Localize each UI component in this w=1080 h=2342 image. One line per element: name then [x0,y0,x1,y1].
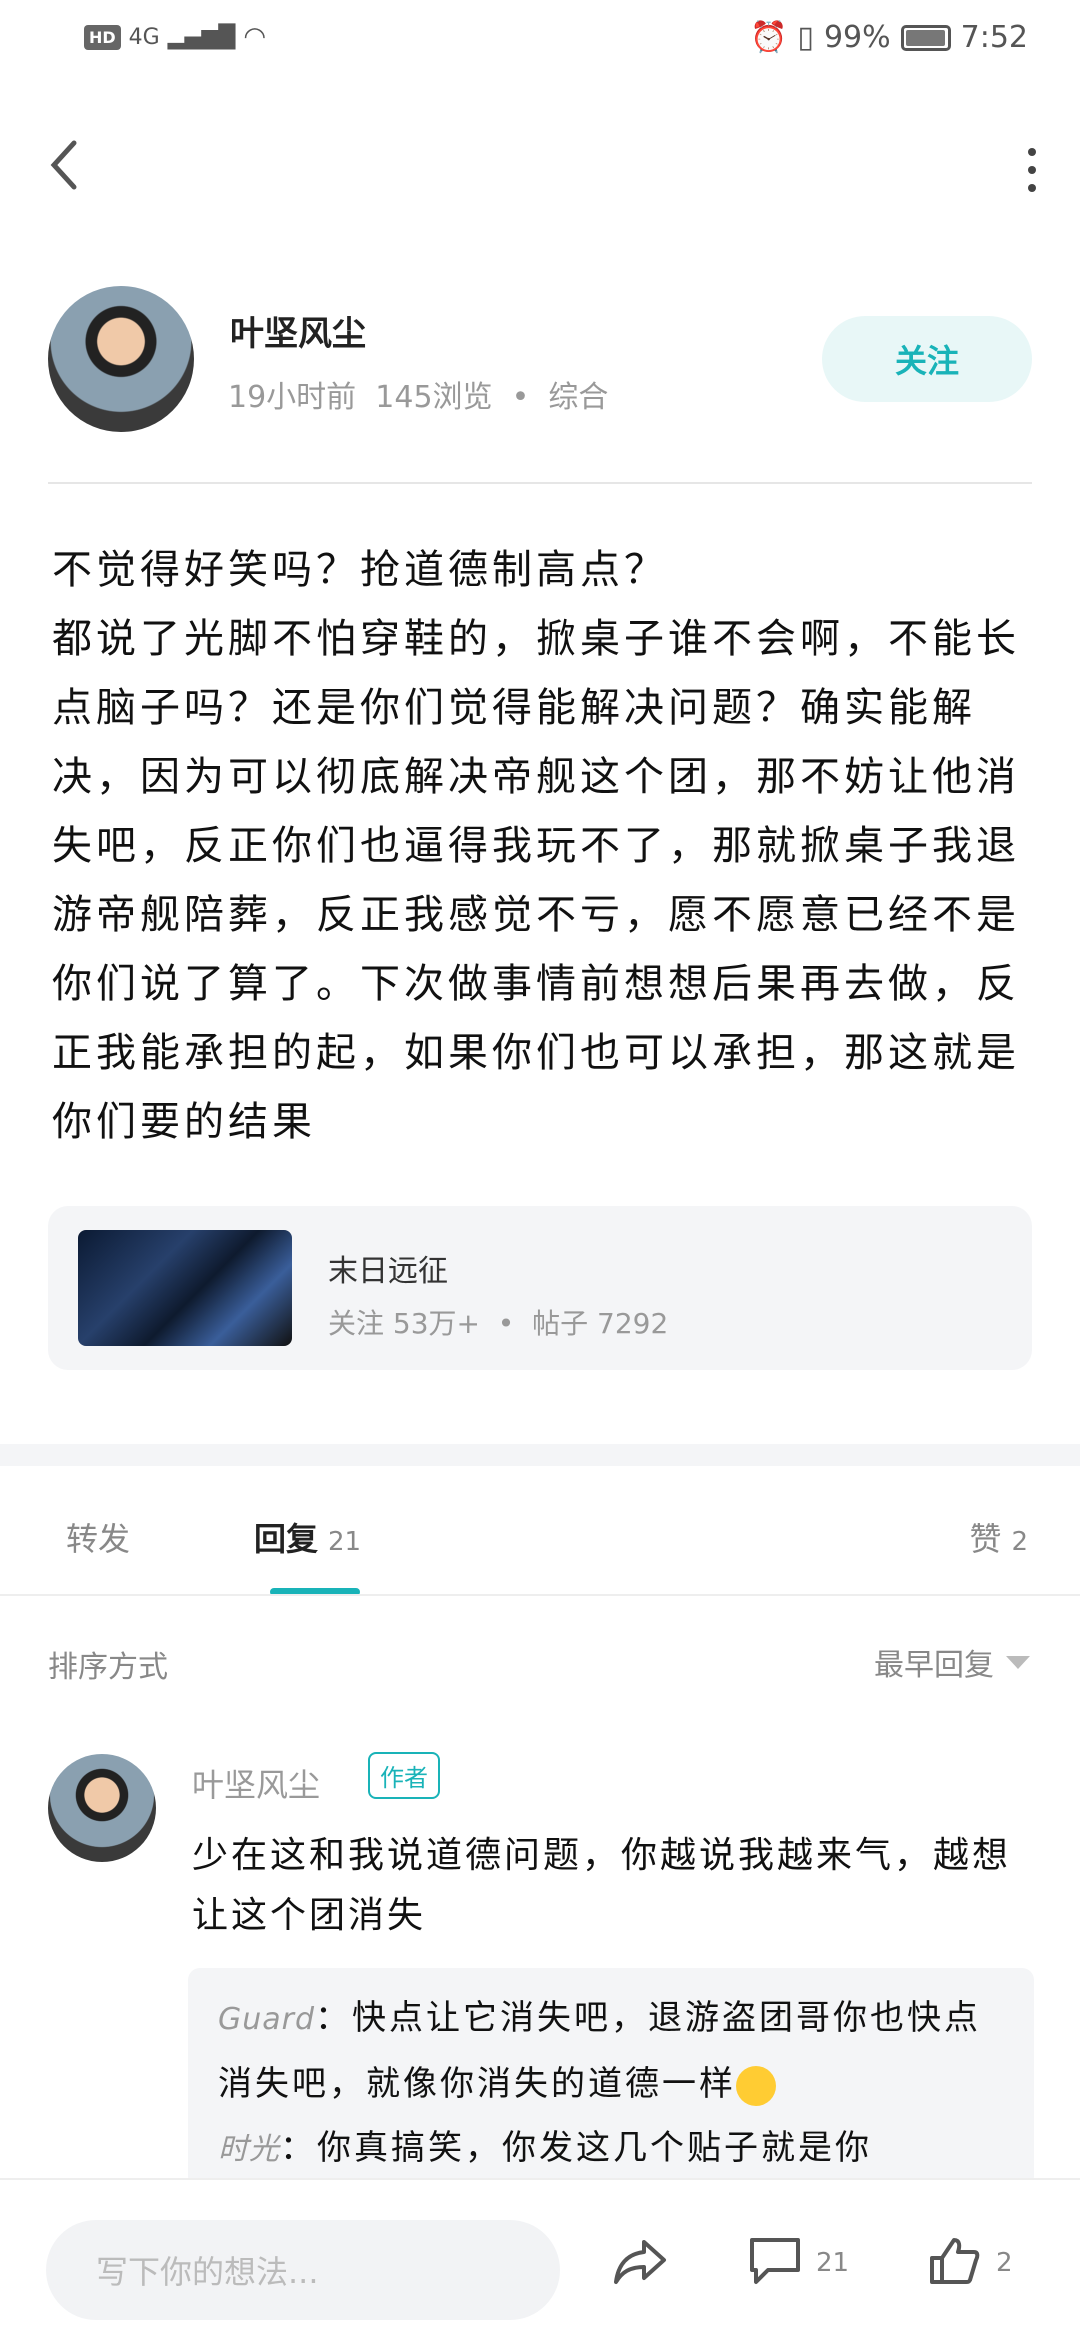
comment-count: 21 [816,2248,850,2278]
divider [48,482,1032,484]
tab-divider [0,1594,1080,1596]
back-button[interactable] [44,135,84,195]
share-icon[interactable] [612,2236,668,2286]
caret-down-icon [1006,1655,1030,1669]
author-name[interactable]: 叶坚风尘 [230,306,366,355]
thumbs-up-icon[interactable] [928,2236,980,2286]
quote-user[interactable]: Guard [218,2002,315,2037]
status-bar: HD 4G ▂▄▆█ ◠ ⏰ ▯ 99% 7:52 [0,0,1080,80]
bottom-bar: 写下你的想法... 21 2 [0,2178,1080,2342]
comment-input[interactable]: 写下你的想法... [46,2220,560,2320]
game-posts: 帖子 7292 [532,1307,669,1340]
like-count: 2 [996,2248,1013,2278]
hd-badge: HD [84,24,121,50]
tab-label: 回复 [254,1520,319,1558]
section-gap [0,1444,1080,1466]
author-avatar[interactable] [48,286,194,432]
signal-icon: ▂▄▆█ [167,24,236,50]
sort-label: 排序方式 [48,1650,168,1685]
post-category: 综合 [548,380,609,415]
chevron-left-icon [50,140,77,190]
post-time: 19小时前 [228,380,357,415]
quote-user[interactable]: 时光 [218,2132,280,2167]
more-button[interactable] [1022,140,1042,200]
network-type: 4G [128,24,160,50]
game-name: 末日远征 [328,1254,448,1289]
tab-count: 21 [328,1527,362,1557]
tab-likes[interactable]: 赞2 [969,1514,1028,1560]
alarm-icon: ⏰ [750,20,788,55]
tab-label: 转发 [66,1520,131,1558]
sort-value: 最早回复 [874,1648,994,1683]
post-content: 不觉得好笑吗？抢道德制高点？ 都说了光脚不怕穿鞋的，掀桌子谁不会啊，不能长点脑子… [52,536,1028,1157]
status-left: HD 4G ▂▄▆█ ◠ [84,22,266,52]
laugh-emoji-icon [736,2065,776,2106]
game-followers: 关注 53万+ [328,1307,480,1340]
follow-button[interactable]: 关注 [822,316,1032,402]
clock: 7:52 [960,20,1028,55]
view-count: 145浏览 [375,380,493,415]
game-thumbnail [78,1230,292,1346]
comment-placeholder: 写下你的想法... [96,2253,319,2291]
game-card[interactable]: 末日远征 关注 53万+ • 帖子 7292 [48,1206,1032,1370]
battery-percent: 99% [823,20,891,55]
reply-avatar[interactable] [48,1754,156,1862]
tab-count: 2 [1011,1527,1028,1557]
more-vertical-icon [1028,148,1036,192]
sort-dropdown[interactable]: 最早回复 [874,1640,1030,1684]
post-paragraph: 都说了光脚不怕穿鞋的，掀桌子谁不会啊，不能长点脑子吗？还是你们觉得能解决问题？确… [52,616,1020,1145]
wifi-icon: ◠ [243,22,267,52]
reply-author-name[interactable]: 叶坚风尘 [192,1760,320,1806]
comment-icon[interactable] [748,2236,802,2286]
vibrate-icon: ▯ [797,20,814,55]
tab-repost[interactable]: 转发 [66,1514,130,1560]
quote-text: ：你真搞笑，你发这几个贴子就是你 [280,2128,872,2168]
quote-text: ：快点让它消失吧，退游盗团哥你也快点消失吧，就像你消失的道德一样 [218,1998,982,2104]
post-meta: 19小时前 145浏览 • 综合 [228,380,609,415]
game-meta: 关注 53万+ • 帖子 7292 [328,1307,669,1340]
status-right: ⏰ ▯ 99% 7:52 [750,20,1028,55]
quoted-replies[interactable]: Guard：快点让它消失吧，退游盗团哥你也快点消失吧，就像你消失的道德一样 时光… [188,1968,1034,2188]
battery-icon [900,24,951,51]
tab-replies[interactable]: 回复 21 [254,1514,361,1560]
reply-text: 少在这和我说道德问题，你越说我越来气，越想让这个团消失 [192,1835,1012,1936]
author-badge: 作者 [368,1752,440,1799]
quote-content: Guard：快点让它消失吧，退游盗团哥你也快点消失吧，就像你消失的道德一样 时光… [218,1986,1008,2182]
post-paragraph: 不觉得好笑吗？抢道德制高点？ [52,547,668,593]
tab-label: 赞 [969,1520,1002,1558]
